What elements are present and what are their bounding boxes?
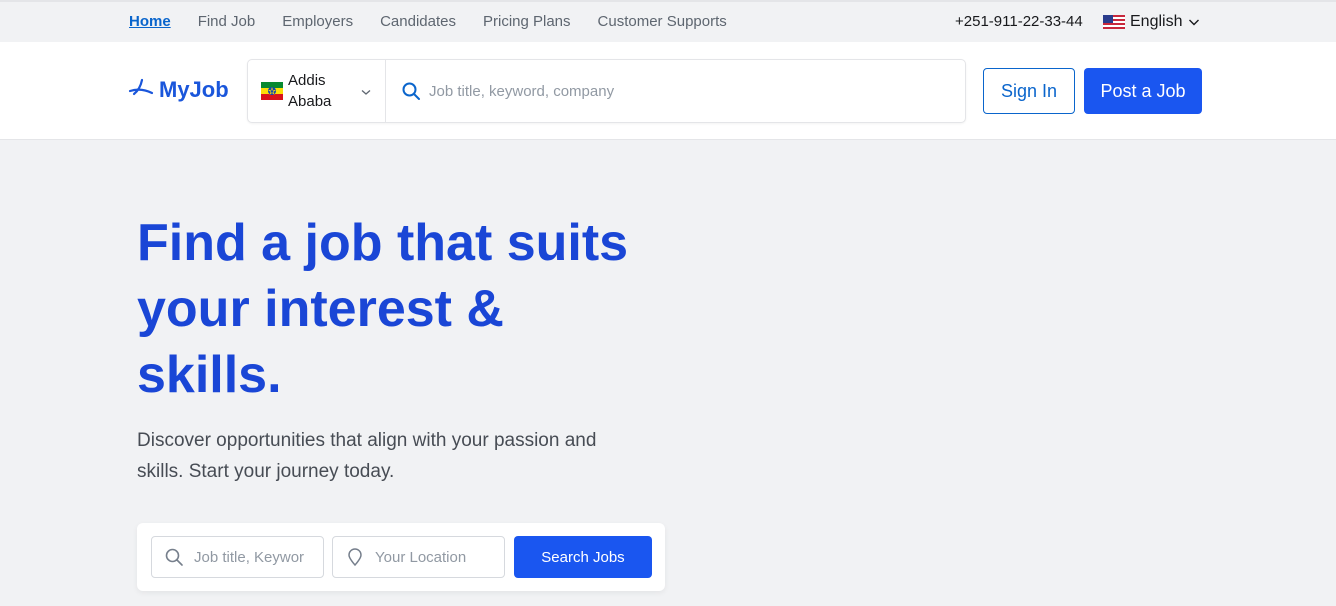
myjob-logo-icon bbox=[128, 78, 154, 96]
hero-keyword-input[interactable] bbox=[194, 548, 304, 566]
logo-text: MyJob bbox=[159, 77, 229, 102]
map-pin-icon bbox=[348, 548, 362, 567]
hero-keyword-field bbox=[151, 536, 324, 578]
main-header: MyJob Addis Ababa Job title, keyword, co… bbox=[0, 42, 1336, 140]
hero-subtitle: Discover opportunities that align with y… bbox=[137, 425, 637, 487]
hero-subtitle-line-2: skills. Start your journey today. bbox=[137, 461, 395, 482]
us-flag-icon bbox=[1103, 15, 1125, 29]
sign-in-button[interactable]: Sign In bbox=[983, 68, 1075, 114]
chevron-down-icon bbox=[1189, 19, 1200, 26]
post-job-button[interactable]: Post a Job bbox=[1084, 68, 1202, 114]
location-line-1: Addis bbox=[288, 72, 326, 89]
language-label: English bbox=[1130, 13, 1183, 30]
hero-title-line-2: your interest & bbox=[137, 280, 504, 338]
myjob-logo[interactable]: MyJob bbox=[128, 77, 229, 103]
phone-number: +251-911-22-33-44 bbox=[955, 13, 1083, 30]
location-line-2: Ababa bbox=[288, 93, 332, 110]
hero-search-panel: Search Jobs bbox=[137, 523, 665, 591]
search-icon bbox=[165, 548, 183, 566]
location-select[interactable]: Addis Ababa bbox=[248, 60, 386, 122]
nav-employers[interactable]: Employers bbox=[282, 13, 353, 31]
nav-customer-supports[interactable]: Customer Supports bbox=[598, 13, 727, 31]
keyword-search bbox=[386, 60, 965, 122]
hero-title-line-1: Find a job that suits bbox=[137, 214, 629, 272]
hero-subtitle-line-1: Discover opportunities that align with y… bbox=[137, 430, 597, 451]
nav-find-job[interactable]: Find Job bbox=[198, 13, 256, 31]
top-utility-bar: Home Find Job Employers Candidates Prici… bbox=[0, 0, 1336, 42]
nav-candidates[interactable]: Candidates bbox=[380, 13, 456, 31]
search-icon bbox=[402, 82, 420, 100]
hero-title: Find a job that suits your interest & sk… bbox=[137, 210, 677, 408]
hero-location-field bbox=[332, 536, 505, 578]
chevron-down-icon bbox=[361, 90, 371, 95]
nav-home[interactable]: Home bbox=[129, 13, 171, 31]
location-label: Addis Ababa bbox=[288, 70, 338, 112]
ethiopia-flag-icon bbox=[261, 82, 283, 100]
language-selector[interactable]: English bbox=[1103, 13, 1200, 31]
hero-location-input[interactable] bbox=[375, 548, 485, 566]
header-search-box: Addis Ababa bbox=[247, 59, 966, 123]
top-nav: Home Find Job Employers Candidates Prici… bbox=[129, 13, 754, 31]
nav-pricing-plans[interactable]: Pricing Plans bbox=[483, 13, 571, 31]
hero-title-line-3: skills. bbox=[137, 346, 282, 404]
search-jobs-button[interactable]: Search Jobs bbox=[514, 536, 652, 578]
header-search-input[interactable] bbox=[429, 82, 929, 100]
